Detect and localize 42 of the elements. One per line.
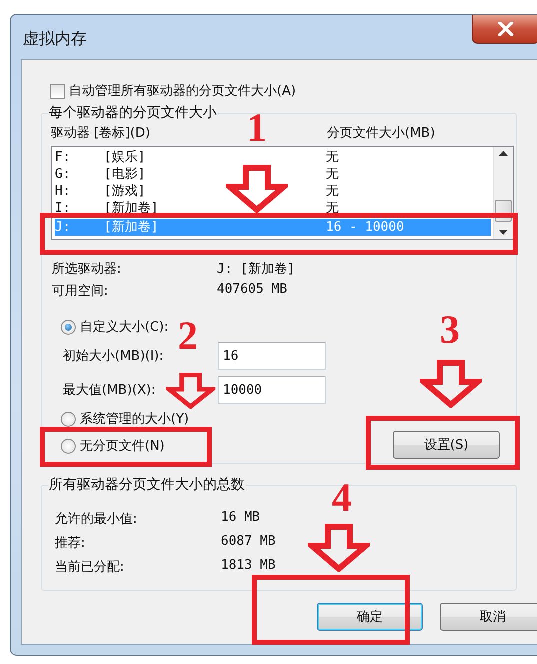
down-arrow-icon [166, 373, 216, 409]
field-label: 初始大小(MB)(I): [63, 348, 165, 365]
column-header: 分页文件大小(MB) [327, 125, 436, 142]
dialog-button[interactable]: 取消 [440, 603, 537, 631]
field-label: 最大值(MB)(X): [63, 382, 157, 399]
drive-row[interactable]: F: [娱乐] 无 [55, 149, 491, 166]
input-field[interactable]: 10000 [218, 376, 326, 404]
radio-button[interactable]: 无分页文件(N) [61, 437, 190, 455]
total-value: 16 MB [221, 510, 262, 527]
radio-button[interactable]: 系统管理的大小(Y) [61, 410, 190, 428]
info-label: 可用空间: [52, 283, 110, 300]
total-value: 6087 MB [221, 534, 277, 551]
auto-manage-checkbox[interactable]: 自动管理所有驱动器的分页文件大小(A) [50, 82, 528, 100]
info-value: J: [新加卷] [217, 261, 296, 278]
step-number: 4 [332, 478, 352, 518]
scroll-down-icon[interactable] [499, 230, 508, 235]
down-arrow-icon [308, 524, 370, 572]
close-icon [498, 22, 514, 36]
set-button[interactable]: 设置(S) [393, 431, 500, 459]
radio-button[interactable]: 自定义大小(C): [61, 318, 169, 336]
close-button[interactable] [472, 15, 537, 44]
total-label: 当前已分配: [55, 559, 126, 576]
total-label: 允许的最小值: [55, 511, 138, 528]
info-value: 407605 MB [217, 282, 288, 299]
drive-row[interactable]: H: [游戏] 无 [55, 183, 491, 200]
step-number: 2 [178, 316, 198, 356]
total-value: 1813 MB [221, 558, 277, 575]
drive-row[interactable]: G: [电影] 无 [55, 166, 491, 183]
step-number: 1 [247, 108, 267, 148]
down-arrow-icon [420, 360, 482, 408]
window-title: 虚拟内存 [23, 29, 87, 50]
group-title: 所有驱动器分页文件大小的总数 [48, 476, 246, 494]
scroll-up-icon[interactable] [499, 151, 508, 156]
step-number: 3 [440, 310, 460, 350]
info-label: 所选驱动器: [52, 261, 122, 278]
column-header: 驱动器 [卷标](D) [51, 125, 150, 142]
dialog-button[interactable]: 确定 [317, 603, 423, 631]
group-title: 每个驱动器的分页文件大小 [48, 104, 218, 122]
down-arrow-icon [226, 165, 288, 213]
input-field[interactable]: 16 [218, 342, 326, 370]
scrollbar[interactable] [493, 147, 513, 239]
total-label: 推荐: [55, 535, 86, 552]
